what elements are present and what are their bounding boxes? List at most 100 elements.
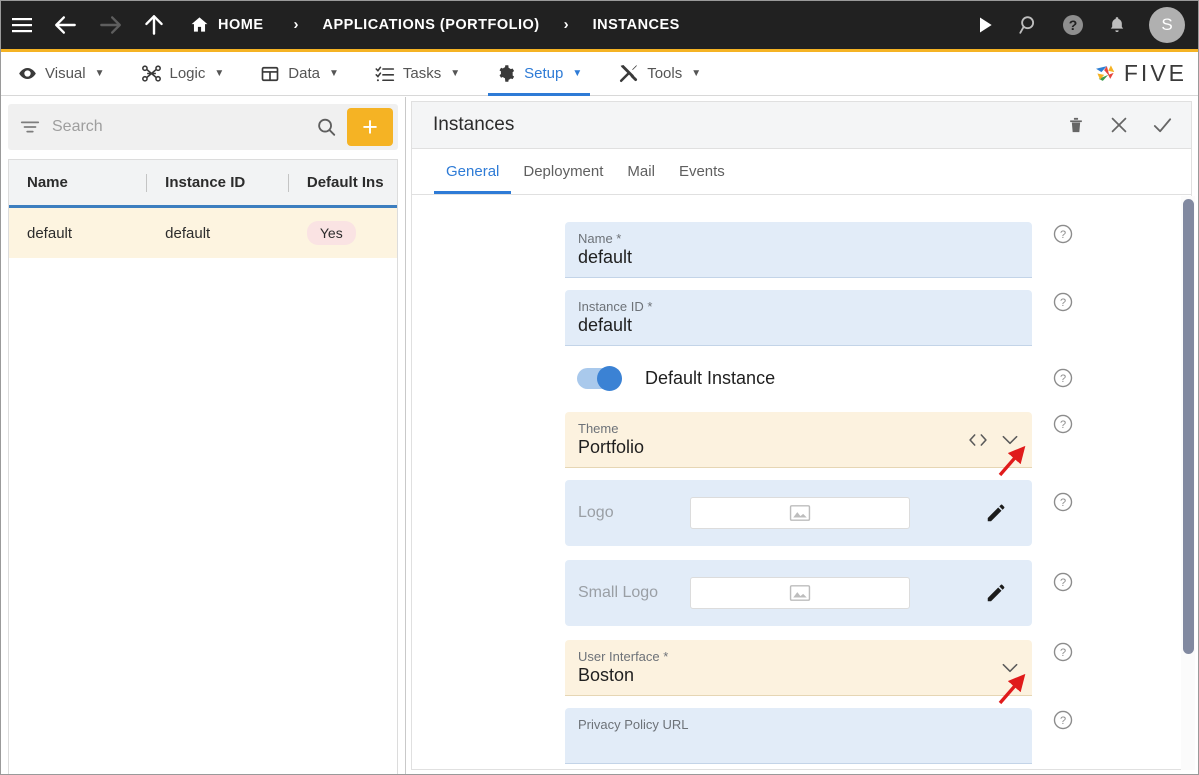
chevron-down-icon: ▼	[691, 68, 702, 79]
add-record-button[interactable]: +	[347, 108, 393, 146]
chevron-down-icon[interactable]	[1000, 661, 1020, 675]
fields-column: Name * default ? Instance ID * default ?	[565, 222, 1075, 769]
menu-label-tasks: Tasks	[402, 65, 442, 82]
menu-item-tools[interactable]: Tools ▼	[600, 52, 719, 96]
menu-item-logic[interactable]: Logic ▼	[123, 52, 243, 96]
privacy-policy-url-field[interactable]: Privacy Policy URL	[565, 708, 1032, 764]
field-row-user-interface: User Interface * Boston ?	[565, 640, 1075, 705]
help-icon[interactable]: ?	[1051, 708, 1075, 732]
menu-item-tasks[interactable]: Tasks ▼	[357, 52, 478, 96]
help-icon[interactable]: ?	[1055, 7, 1091, 43]
search-icon[interactable]	[1011, 7, 1047, 43]
magnifier-icon[interactable]	[305, 116, 347, 138]
form-header: Instances	[411, 101, 1192, 149]
menu-label-visual: Visual	[45, 65, 86, 82]
help-icon[interactable]: ?	[1051, 640, 1075, 664]
breadcrumb-item-applications[interactable]: APPLICATIONS (PORTFOLIO)	[323, 17, 540, 33]
grid-header-row: Name Instance ID Default Ins	[9, 160, 397, 208]
theme-field-icons	[968, 432, 1020, 448]
menu-label-tools: Tools	[647, 65, 683, 82]
brand-text: FIVE	[1123, 60, 1187, 86]
pencil-icon[interactable]	[985, 582, 1007, 604]
field-row-instance-id: Instance ID * default ?	[565, 290, 1075, 346]
field-label: User Interface *	[578, 649, 669, 664]
breadcrumb: HOME › APPLICATIONS (PORTFOLIO) › INSTAN…	[176, 0, 680, 51]
vertical-scrollbar-thumb[interactable]	[1183, 199, 1194, 654]
back-arrow-icon[interactable]	[44, 0, 88, 51]
gear-icon	[496, 64, 516, 84]
checklist-icon	[375, 64, 395, 84]
tab-events[interactable]: Events	[667, 148, 737, 194]
theme-field[interactable]: Theme Portfolio	[565, 412, 1032, 477]
search-input[interactable]	[52, 118, 305, 136]
cell-default-instance: Yes	[289, 208, 397, 258]
instance-id-field[interactable]: Instance ID * default	[565, 290, 1032, 346]
list-panel: + Name Instance ID Default Ins default d…	[0, 97, 406, 775]
top-bar: HOME › APPLICATIONS (PORTFOLIO) › INSTAN…	[0, 0, 1199, 52]
field-label: Privacy Policy URL	[578, 717, 689, 732]
help-icon[interactable]: ?	[1051, 570, 1075, 594]
up-arrow-icon[interactable]	[132, 0, 176, 51]
tab-general[interactable]: General	[434, 148, 512, 194]
user-avatar[interactable]: S	[1149, 6, 1185, 43]
field-value	[565, 732, 1032, 763]
svg-text:?: ?	[1060, 373, 1066, 385]
pencil-icon[interactable]	[985, 502, 1007, 524]
check-icon[interactable]	[1147, 110, 1177, 140]
logo-preview-box[interactable]	[690, 497, 910, 529]
help-icon[interactable]: ?	[1051, 366, 1075, 390]
default-instance-toggle[interactable]	[577, 365, 622, 391]
help-icon[interactable]: ?	[1051, 222, 1075, 246]
field-label: Logo	[578, 504, 614, 521]
small-logo-field[interactable]: Small Logo	[565, 560, 1032, 626]
column-header-instance-id[interactable]: Instance ID	[147, 160, 288, 205]
table-row[interactable]: default default Yes	[9, 208, 397, 258]
forward-arrow-icon[interactable]	[88, 0, 132, 51]
small-logo-preview-box[interactable]	[690, 577, 910, 609]
user-interface-field[interactable]: User Interface * Boston	[565, 640, 1032, 705]
image-placeholder-icon	[789, 584, 811, 602]
cell-name: default	[27, 224, 73, 242]
code-icon[interactable]	[968, 432, 988, 448]
hamburger-menu-icon[interactable]	[0, 0, 44, 51]
field-value: Boston	[578, 665, 635, 685]
menu-label-setup: Setup	[524, 65, 564, 82]
brand-logo: FIVE	[1092, 60, 1187, 87]
filter-icon[interactable]	[8, 116, 52, 138]
eye-icon	[18, 64, 37, 83]
help-icon[interactable]: ?	[1051, 290, 1075, 314]
field-value: Portfolio	[578, 437, 645, 457]
menu-item-visual[interactable]: Visual ▼	[0, 52, 123, 96]
breadcrumb-label-home: HOME	[218, 16, 264, 33]
chevron-down-icon: ▼	[214, 68, 225, 79]
field-value: default	[578, 247, 633, 267]
close-icon[interactable]	[1104, 110, 1134, 140]
svg-text:?: ?	[1060, 647, 1066, 659]
field-row-theme: Theme Portfolio ?	[565, 412, 1075, 477]
svg-text:?: ?	[1069, 17, 1078, 33]
breadcrumb-item-home[interactable]: HOME	[176, 15, 270, 34]
svg-text:?: ?	[1060, 577, 1066, 589]
chevron-down-icon[interactable]	[1000, 433, 1020, 447]
form-header-actions	[1061, 110, 1191, 140]
delete-icon[interactable]	[1061, 110, 1091, 140]
svg-text:?: ?	[1060, 715, 1066, 727]
field-label: Instance ID *	[578, 299, 653, 314]
logo-field[interactable]: Logo	[565, 480, 1032, 546]
column-header-default-instance[interactable]: Default Ins	[289, 160, 397, 205]
tab-mail[interactable]: Mail	[615, 148, 667, 194]
svg-text:?: ?	[1060, 497, 1066, 509]
help-icon[interactable]: ?	[1051, 412, 1075, 436]
breadcrumb-separator: ›	[293, 16, 299, 33]
chevron-down-icon: ▼	[94, 68, 105, 79]
menu-item-setup[interactable]: Setup ▼	[478, 52, 600, 96]
tab-deployment[interactable]: Deployment	[511, 148, 615, 194]
menu-item-data[interactable]: Data ▼	[242, 52, 357, 96]
name-field[interactable]: Name * default	[565, 222, 1032, 278]
help-icon[interactable]: ?	[1051, 490, 1075, 514]
run-icon[interactable]	[967, 7, 1003, 43]
notifications-bell-icon[interactable]	[1099, 7, 1135, 43]
column-header-name[interactable]: Name	[9, 160, 146, 205]
breadcrumb-item-instances[interactable]: INSTANCES	[593, 17, 680, 33]
chevron-down-icon: ▼	[572, 68, 583, 79]
